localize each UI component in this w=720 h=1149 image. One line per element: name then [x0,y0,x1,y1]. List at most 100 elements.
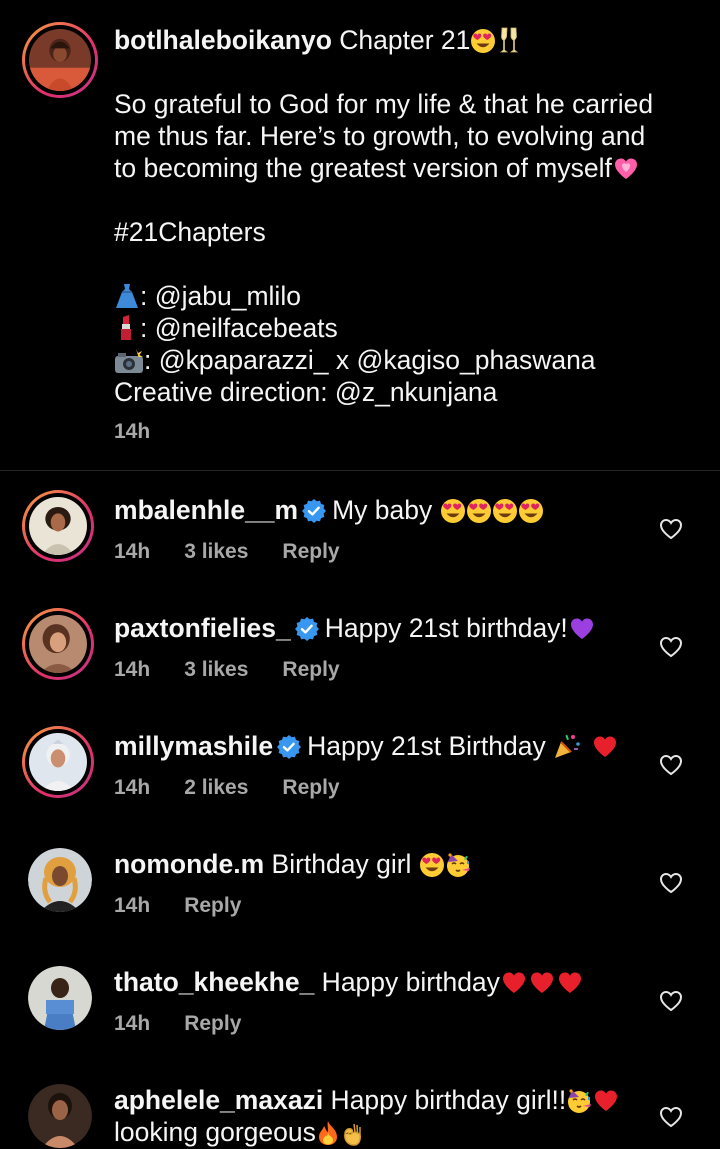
avatar-photo [28,848,92,912]
post-author-username[interactable]: botlhaleboikanyo [114,25,332,55]
caption-line: me thus far. Here’s to growth, to evolvi… [114,121,646,151]
heart-eyes-emoji [518,498,544,524]
credit-stylist[interactable]: : @jabu_mlilo [140,281,301,311]
comment-text-continued: looking gorgeous [114,1117,316,1147]
comment-text: My baby [332,495,440,525]
commenter-avatar[interactable] [22,490,94,562]
comment-timestamp: 14h [114,540,151,563]
like-heart-icon[interactable] [659,636,683,658]
comment-meta: 14h Reply [114,894,275,918]
commenter-username[interactable]: mbalenhle__m [114,495,298,525]
comment-body: thato_kheekhe_ Happy birthday [114,966,634,998]
caption-line: to becoming the greatest version of myse… [114,153,612,183]
heart-eyes-emoji [419,852,445,878]
post-author-avatar[interactable] [22,22,98,98]
caption-hashtag[interactable]: #21Chapters [114,216,704,248]
comment-meta: 14h 3 likes Reply [114,540,374,564]
like-heart-icon[interactable] [659,1106,683,1128]
commenter-avatar[interactable] [28,1084,92,1148]
lipstick-emoji [114,314,140,342]
comment-row: thato_kheekhe_ Happy birthday 14h Reply [0,942,720,1060]
comment-text: Happy 21st Birthday [307,731,554,761]
caption-text: botlhaleboikanyo Chapter 21 So grateful … [114,24,704,408]
reply-button[interactable]: Reply [282,776,339,799]
like-heart-icon[interactable] [659,872,683,894]
comment-timestamp: 14h [114,894,151,917]
comment-body: millymashile Happy 21st Birthday [114,730,634,766]
ok-hand-emoji [340,1120,364,1146]
commenter-avatar[interactable] [28,966,92,1030]
comment-row: nomonde.m Birthday girl 14h Reply [0,824,720,942]
heart-eyes-emoji [440,498,466,524]
commenter-avatar[interactable] [28,848,92,912]
comment-body: aphelele_maxazi Happy birthday girl!! lo… [114,1084,634,1148]
verified-badge-icon [293,615,320,648]
pink-heart-emoji [612,156,640,182]
credit-photography[interactable]: : @kpaparazzi_ x @kagiso_phaswana [144,345,596,375]
red-heart-emoji [528,970,556,996]
partying-face-emoji [566,1088,593,1114]
commenter-avatar[interactable] [22,726,94,798]
comment-text: Happy 21st birthday! [324,613,568,643]
avatar-photo [28,1084,92,1148]
heart-eyes-emoji [470,28,496,54]
avatar-photo [29,615,87,673]
credit-creative-direction[interactable]: Creative direction: @z_nkunjana [114,376,704,408]
heart-eyes-emoji [466,498,492,524]
verified-badge-icon [275,733,303,766]
reply-button[interactable]: Reply [184,1012,241,1035]
partying-face-emoji [445,852,471,878]
comment-body: paxtonfielies_ Happy 21st birthday! [114,612,634,648]
caption-timestamp: 14h [114,420,151,443]
dress-emoji [114,282,140,310]
commenter-avatar[interactable] [22,608,94,680]
red-heart-emoji [556,970,584,996]
comment-likes[interactable]: 2 likes [184,776,248,799]
commenter-username[interactable]: nomonde.m [114,849,264,879]
comment-text: Happy birthday [314,967,500,997]
avatar-photo [29,29,91,91]
commenter-username[interactable]: paxtonfielies_ [114,613,291,643]
red-heart-emoji [592,1088,620,1114]
comment-timestamp: 14h [114,1012,151,1035]
commenter-username[interactable]: aphelele_maxazi [114,1085,323,1115]
avatar-photo [28,966,92,1030]
heart-eyes-emoji [492,498,518,524]
comment-timestamp: 14h [114,776,151,799]
comment-meta: 14h Reply [114,1012,275,1036]
comment-row: paxtonfielies_ Happy 21st birthday! 14h 3 … [0,588,720,706]
comment-row: mbalenhle__m My baby 14h 3 likes Reply [0,470,720,588]
comment-text: Happy birthday girl!! [323,1085,567,1115]
like-heart-icon[interactable] [659,518,683,540]
reply-button[interactable]: Reply [282,658,339,681]
purple-heart-emoji [568,616,596,642]
comment-timestamp: 14h [114,658,151,681]
like-heart-icon[interactable] [659,990,683,1012]
comment-body: mbalenhle__m My baby [114,494,634,530]
fire-emoji [316,1120,340,1146]
comment-row: millymashile Happy 21st Birthday 14h 2 lik… [0,706,720,824]
comment-text: Birthday girl [264,849,419,879]
comment-likes[interactable]: 3 likes [184,658,248,681]
comment-meta: 14h 2 likes Reply [114,776,374,800]
comment-body: nomonde.m Birthday girl [114,848,634,880]
commenter-username[interactable]: millymashile [114,731,273,761]
avatar-photo [29,497,87,555]
commenter-username[interactable]: thato_kheekhe_ [114,967,314,997]
comment-meta: 14h 3 likes Reply [114,658,374,682]
reply-button[interactable]: Reply [282,540,339,563]
like-heart-icon[interactable] [659,754,683,776]
party-popper-emoji [553,732,581,760]
red-heart-emoji [500,970,528,996]
caption-first-line: Chapter 21 [331,25,471,55]
caption-line: So grateful to God for my life & that he… [114,89,654,119]
comment-likes[interactable]: 3 likes [184,540,248,563]
champagne-emoji [496,26,522,54]
red-heart-emoji [591,734,619,760]
post-caption: botlhaleboikanyo Chapter 21 So grateful … [0,0,720,470]
avatar-photo [29,733,87,791]
verified-badge-icon [300,497,328,530]
comment-row: aphelele_maxazi Happy birthday girl!! lo… [0,1060,720,1149]
reply-button[interactable]: Reply [184,894,241,917]
credit-makeup[interactable]: : @neilfacebeats [140,313,338,343]
